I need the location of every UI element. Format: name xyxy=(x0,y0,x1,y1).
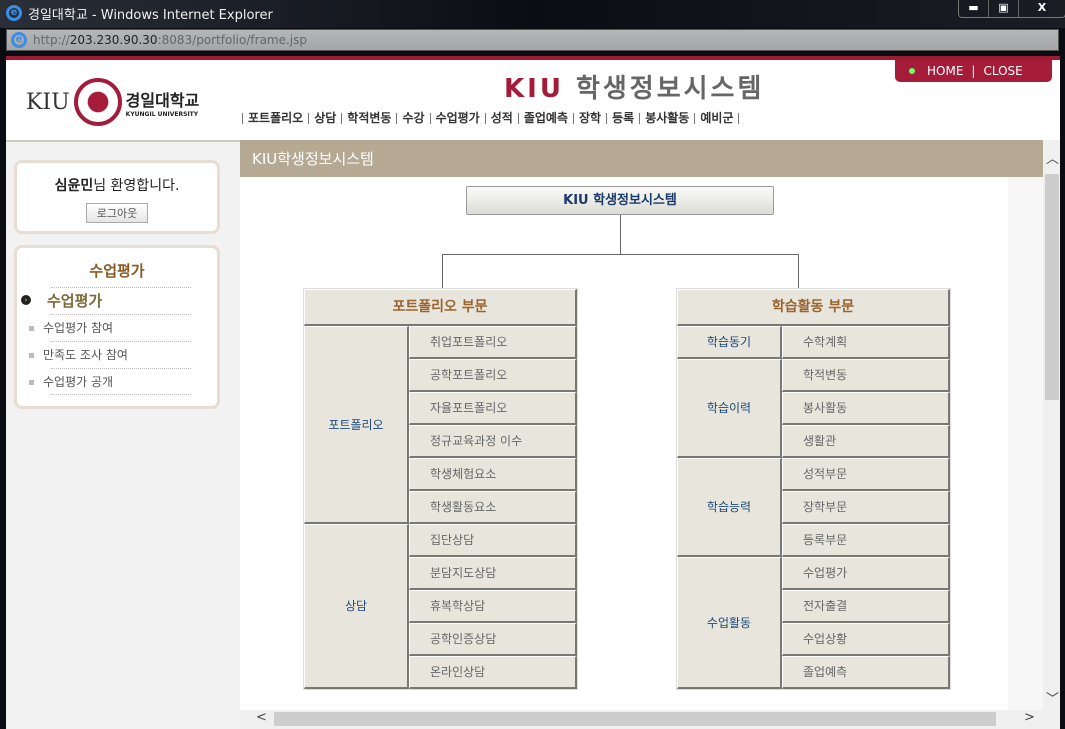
right-strip xyxy=(1008,177,1043,710)
scroll-thumb[interactable] xyxy=(1045,174,1059,400)
item-cell[interactable]: 등록부문 xyxy=(782,524,950,557)
welcome-box: 심윤민님 환영합니다. 로그아웃 xyxy=(14,160,220,234)
item-cell[interactable]: 공학포트폴리오 xyxy=(409,359,577,392)
ie-icon: e xyxy=(6,5,22,21)
nav-divider xyxy=(738,113,740,124)
item-cell[interactable]: 수학계획 xyxy=(782,326,950,359)
nav-item[interactable]: 예비군 xyxy=(694,112,738,124)
status-dot-icon xyxy=(909,68,915,74)
address-bar[interactable]: e http://203.230.90.30:8083/portfolio/fr… xyxy=(6,29,1059,51)
section-header: 학습활동 부문 xyxy=(677,289,950,326)
connector xyxy=(620,215,621,254)
side-menu: 수업평가 › 수업평가수업평가 참여만족도 조사 참여수업평가 공개 xyxy=(14,245,220,409)
bullet-icon xyxy=(29,353,34,358)
bullet-icon xyxy=(29,380,34,385)
group-cell[interactable]: 학습능력 xyxy=(677,458,782,557)
scroll-right-icon[interactable]: > xyxy=(1024,710,1035,725)
scroll-left-icon[interactable]: < xyxy=(256,710,267,725)
group-cell[interactable]: 상담 xyxy=(304,524,409,689)
group-cell[interactable]: 포트폴리오 xyxy=(304,326,409,524)
nav-item[interactable]: 봉사활동 xyxy=(639,112,694,124)
logout-button[interactable]: 로그아웃 xyxy=(85,203,149,223)
chevron-right-icon: › xyxy=(21,295,31,305)
vertical-scrollbar[interactable]: ︿ ﹀ xyxy=(1043,140,1060,710)
item-cell[interactable]: 공학인증상담 xyxy=(409,623,577,656)
nav-item[interactable]: 수강 xyxy=(396,112,429,124)
nav-item[interactable]: 성적 xyxy=(484,112,518,124)
user-name: 심윤민 xyxy=(54,178,94,194)
group-cell[interactable]: 학습동기 xyxy=(677,326,782,359)
sidebar: 심윤민님 환영합니다. 로그아웃 수업평가 › 수업평가수업평가 참여만족도 조사… xyxy=(6,140,240,729)
main-nav: 포트폴리오 상담 학적변동 수강 수업평가 성적 졸업예측 장학 등록 봉사활동 예비군 xyxy=(242,112,740,124)
scroll-up-icon[interactable]: ︿ xyxy=(1046,148,1059,167)
horizontal-scrollbar[interactable]: < > xyxy=(240,710,1060,729)
item-cell[interactable]: 수업평가 xyxy=(782,557,950,590)
side-menu-item[interactable]: › 수업평가 xyxy=(21,287,191,314)
nav-item[interactable]: 등록 xyxy=(606,112,639,124)
item-cell[interactable]: 봉사활동 xyxy=(782,392,950,425)
item-cell[interactable]: 전자출결 xyxy=(782,590,950,623)
university-logo[interactable]: KIU 경일대학교 KYUNGIL UNIVERSITY xyxy=(26,78,199,126)
close-window-button[interactable]: X xyxy=(1019,0,1065,17)
item-cell[interactable]: 휴복학상담 xyxy=(409,590,577,623)
window-title: 경일대학교 - Windows Internet Explorer xyxy=(28,8,273,23)
nav-item[interactable]: 졸업예측 xyxy=(517,112,573,124)
item-cell[interactable]: 집단상담 xyxy=(409,524,577,557)
item-cell[interactable]: 자율포트폴리오 xyxy=(409,392,577,425)
content-title: KIU학생정보시스템 xyxy=(240,140,1043,177)
connector xyxy=(442,254,443,288)
minimize-button[interactable]: ▬ xyxy=(959,0,989,17)
item-cell[interactable]: 졸업예측 xyxy=(782,656,950,689)
learning-section-table: 학습활동 부문 학습동기 수학계획 학습이력 학적변동 봉사활동 생활관 학습능력 성적부문 장학… xyxy=(676,288,951,690)
bullet-icon xyxy=(29,326,34,331)
item-cell[interactable]: 취업포트폴리오 xyxy=(409,326,577,359)
side-menu-item-label: 수업평가 공개 xyxy=(43,375,114,389)
item-cell[interactable]: 학생활동요소 xyxy=(409,491,577,524)
close-link[interactable]: CLOSE xyxy=(983,64,1022,78)
url-text: http://203.230.90.30:8083/portfolio/fram… xyxy=(33,33,308,47)
portfolio-section-table: 포트폴리오 부문 포트폴리오 취업포트폴리오 공학포트폴리오 자율포트폴리오 정규교육과정… xyxy=(303,288,578,690)
side-menu-title: 수업평가 xyxy=(89,262,145,280)
item-cell[interactable]: 장학부문 xyxy=(782,491,950,524)
group-cell[interactable]: 수업활동 xyxy=(677,557,782,689)
nav-item[interactable]: 수업평가 xyxy=(429,112,485,124)
connector xyxy=(798,254,799,288)
home-link[interactable]: HOME xyxy=(927,64,963,78)
section-header: 포트폴리오 부문 xyxy=(304,289,577,326)
side-menu-item[interactable]: 수업평가 공개 xyxy=(29,368,191,395)
side-menu-item-label: 수업평가 xyxy=(47,292,103,310)
item-cell[interactable]: 정규교육과정 이수 xyxy=(409,425,577,458)
item-cell[interactable]: 분담지도상담 xyxy=(409,557,577,590)
item-cell[interactable]: 생활관 xyxy=(782,425,950,458)
ie-icon: e xyxy=(11,32,27,48)
window-controls: ▬ ▣ X xyxy=(958,0,1065,18)
side-menu-item-label: 수업평가 참여 xyxy=(43,321,114,335)
system-title: KIU 학생정보시스템 xyxy=(504,74,765,104)
home-close-bar: HOME | CLOSE xyxy=(895,60,1052,82)
item-cell[interactable]: 수업상황 xyxy=(782,623,950,656)
scroll-down-icon[interactable]: ﹀ xyxy=(1046,688,1059,707)
university-seal-icon xyxy=(73,78,122,126)
nav-item[interactable]: 학적변동 xyxy=(341,112,396,124)
item-cell[interactable]: 성적부문 xyxy=(782,458,950,491)
scroll-thumb[interactable] xyxy=(274,712,996,726)
nav-item[interactable]: 장학 xyxy=(573,112,606,124)
side-menu-item-label: 만족도 조사 참여 xyxy=(43,348,128,362)
item-cell[interactable]: 학적변동 xyxy=(782,359,950,392)
nav-item[interactable]: 포트폴리오 xyxy=(242,112,308,124)
group-cell[interactable]: 학습이력 xyxy=(677,359,782,458)
item-cell[interactable]: 학생체험요소 xyxy=(409,458,577,491)
nav-item[interactable]: 상담 xyxy=(308,112,341,124)
window-title-bar: e 경일대학교 - Windows Internet Explorer ▬ ▣ … xyxy=(0,0,1065,28)
item-cell[interactable]: 온라인상담 xyxy=(409,656,577,689)
side-menu-item[interactable]: 만족도 조사 참여 xyxy=(29,341,191,368)
content: KIU학생정보시스템 KIU 학생정보시스템 포트폴리오 부문 포트폴리오 취업포트… xyxy=(240,140,1043,710)
diagram-root[interactable]: KIU 학생정보시스템 xyxy=(466,186,774,215)
connector xyxy=(442,254,799,255)
page: KIU 경일대학교 KYUNGIL UNIVERSITY KIU 학생정보시스템 H… xyxy=(6,56,1060,729)
maximize-button[interactable]: ▣ xyxy=(989,0,1019,17)
side-menu-item[interactable]: 수업평가 참여 xyxy=(29,314,191,341)
